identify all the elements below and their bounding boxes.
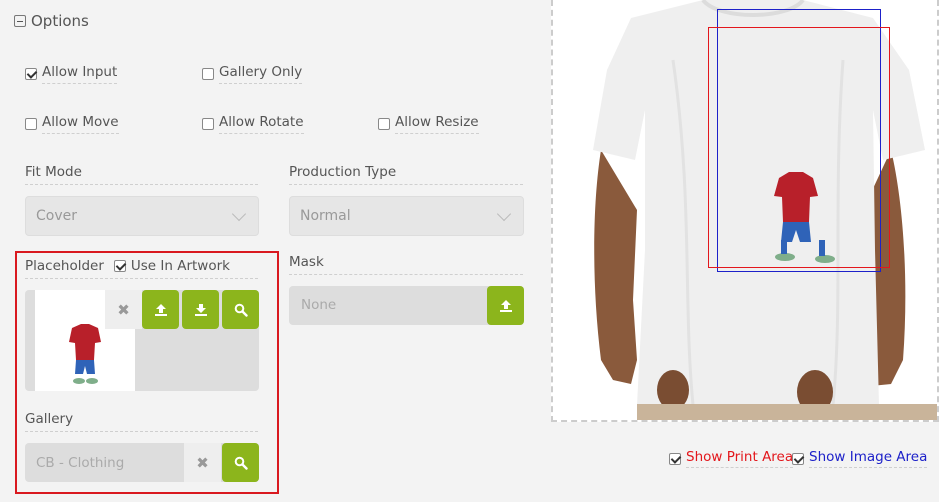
close-icon: ✖ [117, 300, 130, 319]
fit-mode-label: Fit Mode [25, 164, 258, 185]
mask-label: Mask [289, 254, 523, 275]
clear-placeholder-button[interactable]: ✖ [105, 290, 142, 329]
search-gallery-button[interactable] [222, 443, 259, 482]
placeholder-header: Placeholder Use In Artwork [25, 258, 258, 279]
use-in-artwork-option[interactable]: Use In Artwork [113, 258, 230, 274]
clear-gallery-button[interactable]: ✖ [184, 443, 221, 482]
upload-icon [499, 299, 512, 312]
mask-field[interactable]: None [289, 286, 524, 325]
allow-input-checkbox[interactable] [25, 68, 37, 80]
allow-move-checkbox[interactable] [25, 118, 37, 130]
show-image-area-checkbox[interactable] [792, 452, 804, 465]
search-icon [234, 456, 248, 470]
collapse-icon[interactable] [14, 15, 26, 27]
download-placeholder-button[interactable] [182, 290, 219, 329]
allow-move-label: Allow Move [42, 114, 119, 134]
allow-move-option[interactable]: Allow Move [25, 114, 119, 134]
upload-icon [154, 303, 167, 316]
allow-input-option[interactable]: Allow Input [25, 64, 118, 84]
allow-rotate-option[interactable]: Allow Rotate [202, 114, 304, 134]
production-type-value: Normal [300, 208, 351, 224]
allow-input-label: Allow Input [42, 64, 118, 84]
gallery-value: CB - Clothing [36, 455, 125, 471]
gallery-only-checkbox[interactable] [202, 68, 214, 80]
use-in-artwork-label: Use In Artwork [130, 258, 230, 274]
search-icon [234, 303, 248, 317]
gallery-only-label: Gallery Only [219, 64, 303, 84]
show-print-area-option[interactable]: Show Print Area [669, 449, 794, 468]
upload-mask-button[interactable] [487, 286, 524, 325]
fit-mode-value: Cover [36, 208, 77, 224]
show-print-area-checkbox[interactable] [669, 452, 681, 465]
search-placeholder-button[interactable] [222, 290, 259, 329]
production-type-label: Production Type [289, 164, 523, 185]
upload-placeholder-button[interactable] [142, 290, 179, 329]
mask-value: None [301, 297, 337, 313]
placeholder-label: Placeholder [25, 258, 104, 274]
fit-mode-select[interactable]: Cover [25, 196, 259, 236]
allow-resize-option[interactable]: Allow Resize [378, 114, 479, 134]
allow-resize-label: Allow Resize [395, 114, 479, 134]
close-icon: ✖ [196, 453, 209, 472]
product-preview[interactable] [551, 0, 939, 422]
show-print-area-label[interactable]: Show Print Area [686, 449, 794, 468]
use-in-artwork-checkbox[interactable] [113, 260, 126, 272]
allow-rotate-label: Allow Rotate [219, 114, 304, 134]
allow-rotate-checkbox[interactable] [202, 118, 214, 130]
options-section-header[interactable]: Options [14, 12, 89, 30]
gallery-field[interactable]: CB - Clothing ✖ [25, 443, 259, 482]
placeholder-panel: ✖ [25, 290, 259, 391]
chevron-down-icon [496, 206, 512, 221]
allow-resize-checkbox[interactable] [378, 118, 390, 130]
chevron-down-icon [231, 206, 247, 221]
gallery-only-option[interactable]: Gallery Only [202, 64, 303, 84]
production-type-select[interactable]: Normal [289, 196, 524, 236]
show-image-area-option[interactable]: Show Image Area [792, 449, 928, 468]
section-title: Options [31, 12, 89, 30]
show-image-area-label[interactable]: Show Image Area [809, 449, 928, 468]
gallery-label: Gallery [25, 411, 258, 432]
print-area-outline [708, 27, 890, 268]
download-icon [194, 303, 207, 316]
